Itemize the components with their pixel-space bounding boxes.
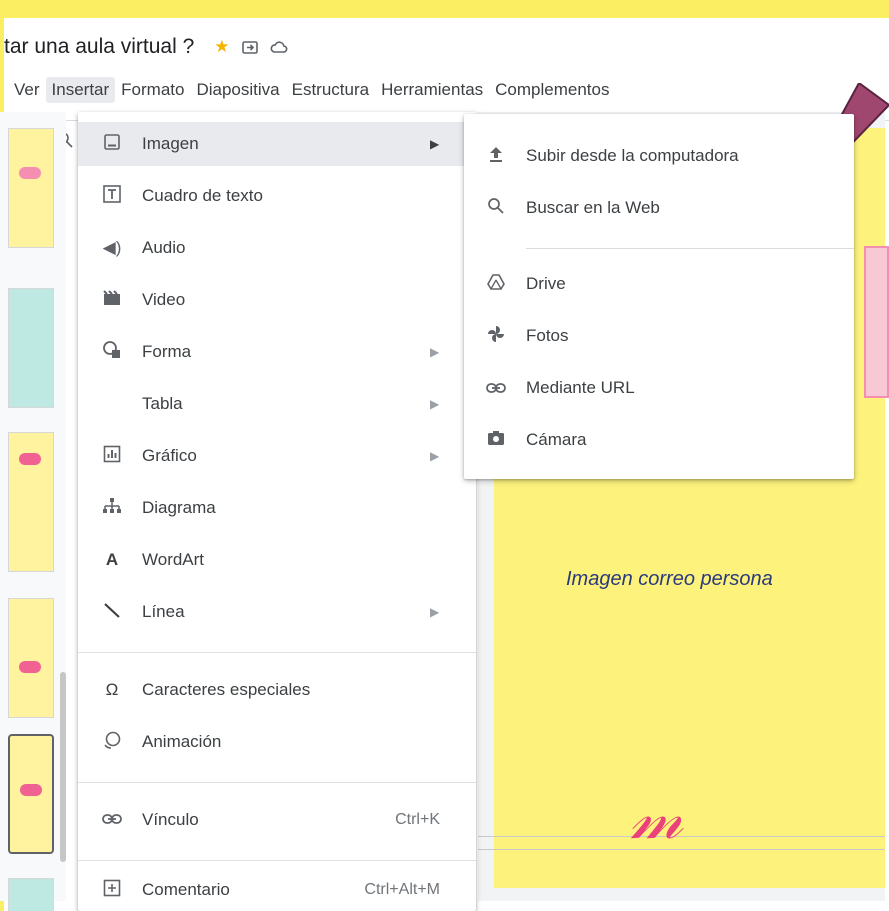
text-box-icon	[100, 184, 124, 209]
document-title-row: tar una aula virtual ? ★	[4, 32, 288, 62]
submenu-item-drive[interactable]: Drive	[464, 262, 854, 306]
submenu-item-label: Subir desde la computadora	[526, 146, 739, 165]
camera-icon	[484, 430, 508, 451]
menu-item-label: Audio	[142, 238, 186, 257]
submenu-item-fotos[interactable]: Fotos	[464, 314, 854, 358]
menu-item-shortcut: Ctrl+Alt+M	[364, 881, 440, 898]
star-icon[interactable]: ★	[214, 37, 229, 57]
menu-item-audio[interactable]: ◀) Audio	[78, 226, 476, 270]
cloud-status-icon[interactable]	[270, 40, 288, 54]
menu-insertar[interactable]: Insertar	[45, 77, 116, 103]
menu-item-diagrama[interactable]: Diagrama	[78, 486, 476, 530]
menu-diapositiva[interactable]: Diapositiva	[190, 77, 285, 103]
slide-pink-shape	[864, 246, 889, 398]
submenu-item-label: Drive	[526, 274, 566, 293]
submenu-arrow-icon: ▶	[430, 137, 440, 151]
menu-item-forma[interactable]: Forma ▶	[78, 330, 476, 374]
insert-menu: Imagen ▶ Cuadro de texto ◀) Audio Video …	[78, 112, 476, 911]
menu-item-label: Video	[142, 290, 186, 309]
submenu-arrow-icon: ▶	[430, 345, 440, 359]
link-icon	[484, 378, 508, 399]
menu-item-vinculo[interactable]: Vínculo Ctrl+K	[78, 798, 476, 842]
slide-filmstrip	[0, 112, 66, 911]
menu-item-cuadro-de-texto[interactable]: Cuadro de texto	[78, 174, 476, 218]
image-submenu: Subir desde la computadora Buscar en la …	[464, 114, 854, 479]
chart-icon	[100, 445, 124, 468]
menu-item-wordart[interactable]: A WordArt	[78, 538, 476, 582]
submenu-arrow-icon: ▶	[430, 397, 440, 411]
menu-item-shortcut: Ctrl+K	[395, 811, 440, 828]
photos-icon	[484, 324, 508, 349]
audio-icon: ◀)	[102, 238, 122, 257]
submenu-item-subir[interactable]: Subir desde la computadora	[464, 134, 854, 178]
submenu-arrow-icon: ▶	[430, 449, 440, 463]
wordart-icon: A	[105, 550, 119, 569]
submenu-arrow-icon: ▶	[430, 605, 440, 619]
submenu-item-camara[interactable]: Cámara	[464, 418, 854, 462]
slide-thumbnail-selected[interactable]	[8, 734, 54, 854]
menu-item-animacion[interactable]: Animación	[78, 720, 476, 764]
menu-item-label: Línea	[142, 602, 185, 621]
submenu-item-label: Fotos	[526, 326, 569, 345]
search-icon	[484, 197, 508, 220]
menu-item-label: Vínculo	[142, 810, 199, 829]
menu-item-label: Caracteres especiales	[142, 680, 311, 699]
menu-separator	[78, 652, 476, 653]
drive-icon	[484, 273, 508, 295]
menu-formato[interactable]: Formato	[115, 77, 190, 103]
submenu-item-url[interactable]: Mediante URL	[464, 366, 854, 410]
video-icon	[100, 289, 124, 311]
slide-caption: Imagen correo persona	[566, 568, 773, 590]
slide-thumbnail[interactable]	[8, 128, 54, 248]
submenu-item-label: Cámara	[526, 430, 587, 449]
slide-thumbnail[interactable]	[8, 288, 54, 408]
menu-item-video[interactable]: Video	[78, 278, 476, 322]
menu-item-label: WordArt	[142, 550, 205, 569]
diagram-icon	[100, 497, 124, 520]
menu-item-tabla[interactable]: Tabla ▶	[78, 382, 476, 426]
slide-thumbnail[interactable]	[8, 432, 54, 572]
omega-icon: Ω	[105, 680, 119, 699]
menu-item-label: Gráfico	[142, 446, 197, 465]
menu-item-label: Forma	[142, 342, 192, 361]
document-title[interactable]: tar una aula virtual ?	[4, 35, 194, 59]
top-border-strip	[4, 10, 889, 18]
menu-item-linea[interactable]: Línea ▶	[78, 590, 476, 634]
menu-item-label: Comentario	[142, 880, 230, 899]
menu-separator	[78, 860, 476, 861]
move-to-folder-icon[interactable]	[241, 40, 258, 54]
menu-item-grafico[interactable]: Gráfico ▶	[78, 434, 476, 478]
menu-estructura[interactable]: Estructura	[286, 77, 375, 103]
comment-icon	[100, 879, 124, 902]
submenu-item-label: Mediante URL	[526, 378, 635, 397]
link-icon	[100, 810, 124, 830]
menu-item-imagen[interactable]: Imagen ▶	[78, 122, 476, 166]
menu-complementos[interactable]: Complementos	[489, 77, 615, 103]
animation-icon	[100, 730, 124, 755]
menu-bar: Ver Insertar Formato Diapositiva Estruct…	[4, 74, 615, 106]
menu-herramientas[interactable]: Herramientas	[375, 77, 489, 103]
menu-item-label: Imagen	[142, 134, 199, 153]
menu-item-label: Animación	[142, 732, 222, 751]
slide-thumbnail[interactable]	[8, 878, 54, 911]
scribble-logo: 𝓂	[630, 780, 683, 853]
submenu-item-label: Buscar en la Web	[526, 198, 660, 217]
upload-icon	[484, 145, 508, 168]
submenu-item-buscar[interactable]: Buscar en la Web	[464, 186, 854, 230]
menu-separator	[78, 782, 476, 783]
menu-item-comentario[interactable]: Comentario Ctrl+Alt+M	[78, 868, 476, 911]
line-icon	[100, 601, 124, 624]
menu-item-label: Cuadro de texto	[142, 186, 263, 205]
filmstrip-scrollbar[interactable]	[60, 672, 66, 862]
menu-item-label: Tabla	[142, 394, 183, 413]
slide-thumbnail[interactable]	[8, 598, 54, 718]
menu-item-caracteres-especiales[interactable]: Ω Caracteres especiales	[78, 668, 476, 712]
submenu-separator	[526, 248, 854, 249]
shape-icon	[100, 340, 124, 365]
menu-ver[interactable]: Ver	[4, 77, 46, 103]
menu-item-label: Diagrama	[142, 498, 216, 517]
image-icon	[100, 133, 124, 156]
